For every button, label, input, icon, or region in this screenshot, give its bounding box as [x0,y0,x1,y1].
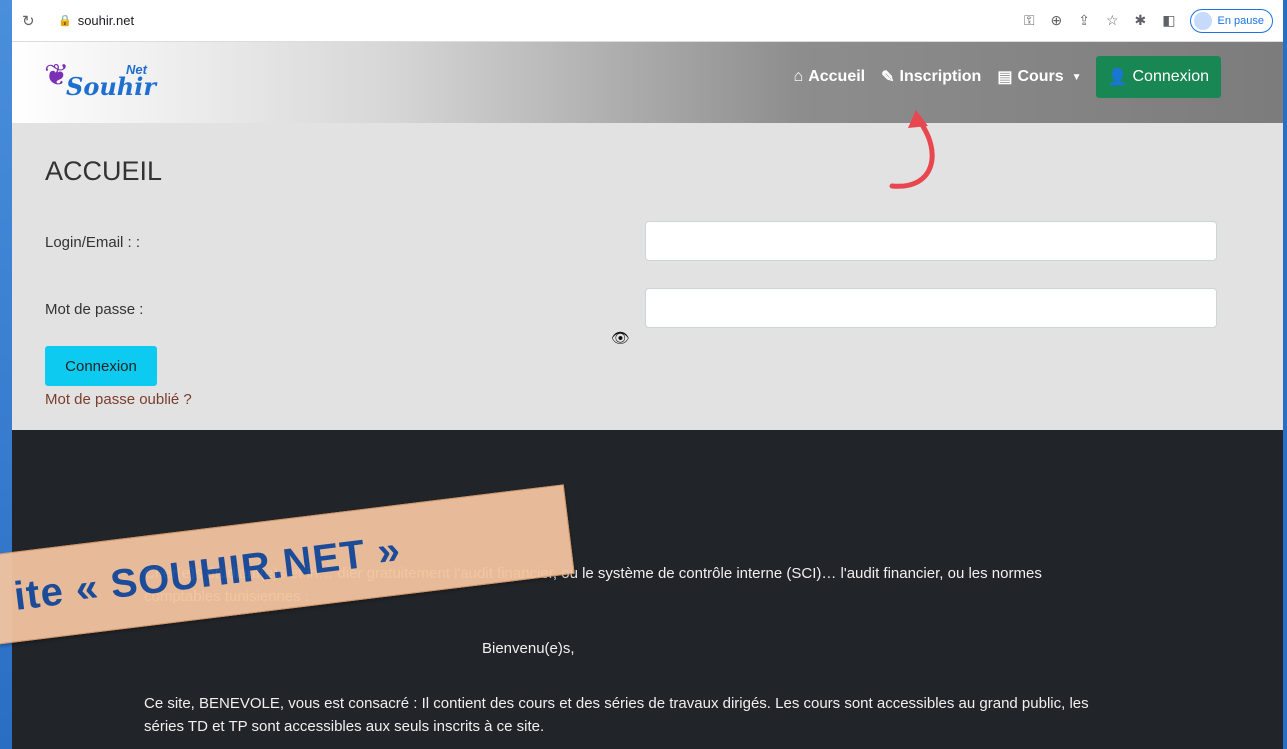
share-icon[interactable]: ⇪ [1078,12,1090,29]
lock-icon[interactable]: 🔒 [58,14,72,27]
browser-toolbar: ↻ 🔒 souhir.net ⚿ ⊕ ⇪ ☆ ✱ ◧ En pause [12,0,1283,42]
site-navbar: ❦ Souhir Net ⌂ Accueil ✎ Inscription ▤ C… [12,42,1283,123]
nav-connexion-button[interactable]: 👤 Connexion [1095,56,1221,98]
star-icon[interactable]: ☆ [1106,12,1119,29]
profile-status: En pause [1217,14,1264,27]
nav-cours-label: Cours [1017,68,1064,85]
annotation-arrow-icon [889,110,935,189]
book-icon: ▤ [997,69,1013,86]
nav-accueil-label: Accueil [808,68,866,85]
reload-icon[interactable]: ↻ [22,12,46,30]
eye-icon[interactable]: 👁 [611,329,630,347]
nav-accueil[interactable]: ⌂ Accueil [794,68,866,86]
slide-background-right [1283,0,1287,749]
login-email-input[interactable] [645,221,1217,261]
address-bar[interactable]: souhir.net [78,13,134,28]
page-title: ACCUEIL [45,156,163,186]
login-section: ACCUEIL Login/Email : : Mot de passe : 👁… [12,123,1283,430]
sidepanel-icon[interactable]: ◧ [1162,12,1175,29]
password-label: Mot de passe : [45,301,144,318]
extensions-icon[interactable]: ✱ [1135,12,1147,29]
edit-icon: ✎ [881,69,895,86]
connexion-submit-button[interactable]: Connexion [45,346,157,386]
site-logo[interactable]: ❦ Souhir Net [44,54,164,104]
password-input[interactable] [645,288,1217,328]
zoom-icon[interactable]: ⊕ [1051,12,1063,29]
profile-button[interactable]: En pause [1189,8,1273,33]
nav-cours-dropdown[interactable]: ▤ Cours ▼ [997,67,1081,87]
caret-down-icon: ▼ [1071,71,1082,83]
nav-inscription-label: Inscription [899,68,982,85]
welcome-paragraph-2: Ce site, BENEVOLE, vous est consacré : I… [144,695,1089,735]
welcome-greeting: Bienvenu(e)s, [482,640,575,657]
avatar [1193,11,1212,30]
login-label: Login/Email : : [45,234,141,251]
forgot-password-link[interactable]: Mot de passe oublié ? [45,391,192,408]
logo-sup: Net [126,62,147,77]
nav-connexion-label: Connexion [1132,68,1210,85]
nav-menu: ⌂ Accueil ✎ Inscription ▤ Cours ▼ 👤 Conn… [778,56,1221,98]
key-icon[interactable]: ⚿ [1024,12,1035,29]
nav-inscription[interactable]: ✎ Inscription [881,67,981,87]
user-icon: 👤 [1107,69,1128,86]
home-icon: ⌂ [793,68,804,85]
